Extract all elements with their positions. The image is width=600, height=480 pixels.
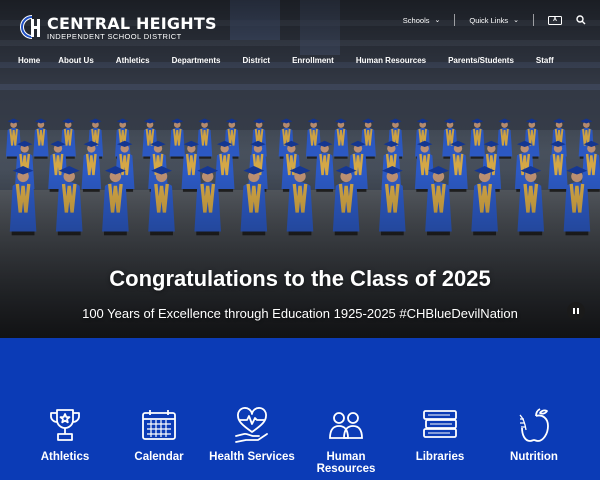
quick-links-label: Quick Links <box>469 15 509 25</box>
logo-subtitle: INDEPENDENT SCHOOL DISTRICT <box>47 32 182 41</box>
schools-dropdown[interactable]: Schools ⌄ <box>403 16 441 25</box>
quick-links-dropdown[interactable]: Quick Links ⌄ <box>469 16 519 25</box>
search-icon[interactable] <box>576 15 586 25</box>
quick-link-athletics[interactable]: Athletics <box>20 406 110 463</box>
hero-title: Congratulations to the Class of 2025 <box>109 266 491 291</box>
ch-monogram-icon <box>20 15 40 39</box>
nav-about-us[interactable]: About Us <box>58 56 94 65</box>
chevron-down-icon: ⌄ <box>434 17 441 24</box>
nav-staff[interactable]: Staff <box>536 56 554 65</box>
nav-district[interactable]: District <box>243 56 271 65</box>
nav-human-resources[interactable]: Human Resources <box>356 56 426 65</box>
quick-link-label: Health Services <box>209 451 295 463</box>
quick-link-nutrition[interactable]: Nutrition <box>489 406 579 463</box>
schools-label: Schools <box>402 15 430 25</box>
pause-icon[interactable] <box>567 302 585 320</box>
quick-link-calendar[interactable]: Calendar <box>114 406 204 463</box>
quick-link-label: Calendar <box>134 451 184 463</box>
heart-hand-icon <box>235 407 268 443</box>
quick-link-label: Libraries <box>415 451 465 463</box>
hero-banner: CENTRAL HEIGHTS INDEPENDENT SCHOOL DISTR… <box>0 0 600 338</box>
translate-icon[interactable]: A <box>548 15 562 25</box>
nav-parents-students[interactable]: Parents/Students <box>448 56 514 65</box>
quick-link-label: Nutrition <box>510 451 558 463</box>
chevron-down-icon: ⌄ <box>513 17 519 24</box>
quick-link-human-resources[interactable]: Human Resources <box>301 406 391 475</box>
quick-links-section: Athletics Calendar Health Services Human… <box>0 338 600 480</box>
divider <box>533 14 534 26</box>
nav-athletics[interactable]: Athletics <box>116 56 150 65</box>
quick-link-libraries[interactable]: Libraries <box>395 406 485 463</box>
quick-link-label: Athletics <box>40 451 90 463</box>
people-icon <box>329 412 363 439</box>
logo-title: CENTRAL HEIGHTS <box>47 14 217 33</box>
hero-subtitle: 100 Years of Excellence through Educatio… <box>82 306 518 321</box>
quick-link-health-services[interactable]: Health Services <box>207 406 297 463</box>
apple-icon <box>519 408 549 442</box>
divider <box>454 14 456 26</box>
quick-link-label: Human Resources <box>316 451 376 475</box>
calendar-icon <box>142 410 176 440</box>
nav-enrollment[interactable]: Enrollment <box>292 56 334 65</box>
nav-home[interactable]: Home <box>18 56 40 65</box>
utility-nav: Schools ⌄ Quick Links ⌄ A <box>403 14 586 26</box>
books-icon <box>423 410 457 438</box>
district-logo[interactable]: CENTRAL HEIGHTS INDEPENDENT SCHOOL DISTR… <box>18 14 217 42</box>
main-nav: Home About Us Athletics Departments Dist… <box>18 56 576 65</box>
nav-departments[interactable]: Departments <box>172 56 221 65</box>
trophy-icon <box>50 409 80 441</box>
